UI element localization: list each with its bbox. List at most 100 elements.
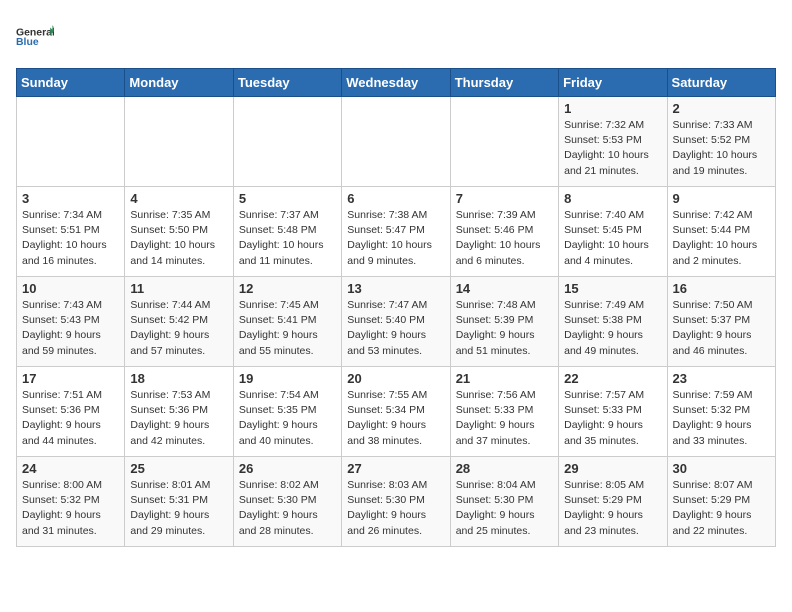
calendar-cell: 20 Sunrise: 7:55 AM Sunset: 5:34 PM Dayli…: [342, 367, 450, 457]
day-info: Sunrise: 7:55 AM Sunset: 5:34 PM Dayligh…: [347, 388, 444, 449]
day-number: 3: [22, 191, 119, 206]
calendar-cell: [450, 97, 558, 187]
day-number: 6: [347, 191, 444, 206]
calendar-cell: 7 Sunrise: 7:39 AM Sunset: 5:46 PM Daylig…: [450, 187, 558, 277]
day-info: Sunrise: 7:47 AM Sunset: 5:40 PM Dayligh…: [347, 298, 444, 359]
svg-text:Blue: Blue: [16, 37, 39, 48]
day-info: Sunrise: 7:37 AM Sunset: 5:48 PM Dayligh…: [239, 208, 336, 269]
calendar-cell: 6 Sunrise: 7:38 AM Sunset: 5:47 PM Daylig…: [342, 187, 450, 277]
day-number: 16: [673, 281, 770, 296]
day-number: 23: [673, 371, 770, 386]
day-number: 7: [456, 191, 553, 206]
calendar-week-2: 3Sunrise: 7:34 AM Sunset: 5:51 PM Daylig…: [17, 187, 776, 277]
day-info: Sunrise: 8:00 AM Sunset: 5:32 PM Dayligh…: [22, 478, 119, 539]
calendar-table: SundayMondayTuesdayWednesdayThursdayFrid…: [16, 68, 776, 547]
calendar-week-4: 17 Sunrise: 7:51 AM Sunset: 5:36 PM Dayli…: [17, 367, 776, 457]
calendar-cell: 4 Sunrise: 7:35 AM Sunset: 5:50 PM Daylig…: [125, 187, 233, 277]
calendar-cell: 28 Sunrise: 8:04 AM Sunset: 5:30 PM Dayli…: [450, 457, 558, 547]
calendar-cell: 27 Sunrise: 8:03 AM Sunset: 5:30 PM Dayli…: [342, 457, 450, 547]
calendar-cell: 29 Sunrise: 8:05 AM Sunset: 5:29 PM Dayli…: [559, 457, 667, 547]
day-number: 2: [673, 101, 770, 116]
day-info: Sunrise: 8:07 AM Sunset: 5:29 PM Dayligh…: [673, 478, 770, 539]
calendar-header-row: SundayMondayTuesdayWednesdayThursdayFrid…: [17, 69, 776, 97]
day-info: Sunrise: 8:03 AM Sunset: 5:30 PM Dayligh…: [347, 478, 444, 539]
day-info: Sunrise: 7:40 AM Sunset: 5:45 PM Dayligh…: [564, 208, 661, 269]
col-header-friday: Friday: [559, 69, 667, 97]
day-number: 21: [456, 371, 553, 386]
day-number: 27: [347, 461, 444, 476]
calendar-cell: 3Sunrise: 7:34 AM Sunset: 5:51 PM Daylig…: [17, 187, 125, 277]
day-number: 17: [22, 371, 119, 386]
day-number: 30: [673, 461, 770, 476]
calendar-cell: 12Sunrise: 7:45 AM Sunset: 5:41 PM Dayli…: [233, 277, 341, 367]
day-info: Sunrise: 7:56 AM Sunset: 5:33 PM Dayligh…: [456, 388, 553, 449]
day-number: 8: [564, 191, 661, 206]
logo-svg: General Blue: [16, 16, 54, 58]
day-info: Sunrise: 8:01 AM Sunset: 5:31 PM Dayligh…: [130, 478, 227, 539]
day-info: Sunrise: 7:53 AM Sunset: 5:36 PM Dayligh…: [130, 388, 227, 449]
calendar-cell: 30 Sunrise: 8:07 AM Sunset: 5:29 PM Dayli…: [667, 457, 775, 547]
page-header: General Blue: [16, 16, 776, 58]
day-info: Sunrise: 7:57 AM Sunset: 5:33 PM Dayligh…: [564, 388, 661, 449]
day-info: Sunrise: 7:35 AM Sunset: 5:50 PM Dayligh…: [130, 208, 227, 269]
day-number: 20: [347, 371, 444, 386]
day-info: Sunrise: 8:02 AM Sunset: 5:30 PM Dayligh…: [239, 478, 336, 539]
day-info: Sunrise: 7:51 AM Sunset: 5:36 PM Dayligh…: [22, 388, 119, 449]
day-info: Sunrise: 7:44 AM Sunset: 5:42 PM Dayligh…: [130, 298, 227, 359]
day-info: Sunrise: 7:38 AM Sunset: 5:47 PM Dayligh…: [347, 208, 444, 269]
col-header-saturday: Saturday: [667, 69, 775, 97]
day-number: 10: [22, 281, 119, 296]
calendar-cell: [233, 97, 341, 187]
day-info: Sunrise: 7:33 AM Sunset: 5:52 PM Dayligh…: [673, 118, 770, 179]
day-number: 29: [564, 461, 661, 476]
calendar-cell: 8 Sunrise: 7:40 AM Sunset: 5:45 PM Daylig…: [559, 187, 667, 277]
day-number: 25: [130, 461, 227, 476]
calendar-cell: 26 Sunrise: 8:02 AM Sunset: 5:30 PM Dayli…: [233, 457, 341, 547]
calendar-cell: 23 Sunrise: 7:59 AM Sunset: 5:32 PM Dayli…: [667, 367, 775, 457]
day-number: 26: [239, 461, 336, 476]
calendar-cell: [342, 97, 450, 187]
day-number: 1: [564, 101, 661, 116]
col-header-tuesday: Tuesday: [233, 69, 341, 97]
logo: General Blue: [16, 16, 54, 58]
col-header-wednesday: Wednesday: [342, 69, 450, 97]
calendar-cell: 1Sunrise: 7:32 AM Sunset: 5:53 PM Daylig…: [559, 97, 667, 187]
day-number: 4: [130, 191, 227, 206]
day-number: 15: [564, 281, 661, 296]
day-number: 19: [239, 371, 336, 386]
day-number: 28: [456, 461, 553, 476]
col-header-monday: Monday: [125, 69, 233, 97]
calendar-cell: 17 Sunrise: 7:51 AM Sunset: 5:36 PM Dayli…: [17, 367, 125, 457]
day-info: Sunrise: 7:43 AM Sunset: 5:43 PM Dayligh…: [22, 298, 119, 359]
calendar-cell: 9 Sunrise: 7:42 AM Sunset: 5:44 PM Daylig…: [667, 187, 775, 277]
day-number: 14: [456, 281, 553, 296]
calendar-cell: 21 Sunrise: 7:56 AM Sunset: 5:33 PM Dayli…: [450, 367, 558, 457]
day-number: 13: [347, 281, 444, 296]
calendar-cell: 5Sunrise: 7:37 AM Sunset: 5:48 PM Daylig…: [233, 187, 341, 277]
calendar-cell: [125, 97, 233, 187]
day-info: Sunrise: 7:59 AM Sunset: 5:32 PM Dayligh…: [673, 388, 770, 449]
day-number: 18: [130, 371, 227, 386]
calendar-week-5: 24 Sunrise: 8:00 AM Sunset: 5:32 PM Dayli…: [17, 457, 776, 547]
col-header-sunday: Sunday: [17, 69, 125, 97]
day-info: Sunrise: 7:54 AM Sunset: 5:35 PM Dayligh…: [239, 388, 336, 449]
calendar-cell: 16 Sunrise: 7:50 AM Sunset: 5:37 PM Dayli…: [667, 277, 775, 367]
day-info: Sunrise: 8:04 AM Sunset: 5:30 PM Dayligh…: [456, 478, 553, 539]
day-info: Sunrise: 7:48 AM Sunset: 5:39 PM Dayligh…: [456, 298, 553, 359]
calendar-cell: 24 Sunrise: 8:00 AM Sunset: 5:32 PM Dayli…: [17, 457, 125, 547]
day-info: Sunrise: 7:49 AM Sunset: 5:38 PM Dayligh…: [564, 298, 661, 359]
day-info: Sunrise: 8:05 AM Sunset: 5:29 PM Dayligh…: [564, 478, 661, 539]
calendar-cell: 25 Sunrise: 8:01 AM Sunset: 5:31 PM Dayli…: [125, 457, 233, 547]
day-info: Sunrise: 7:50 AM Sunset: 5:37 PM Dayligh…: [673, 298, 770, 359]
day-info: Sunrise: 7:39 AM Sunset: 5:46 PM Dayligh…: [456, 208, 553, 269]
calendar-cell: 14 Sunrise: 7:48 AM Sunset: 5:39 PM Dayli…: [450, 277, 558, 367]
day-number: 9: [673, 191, 770, 206]
calendar-cell: 10 Sunrise: 7:43 AM Sunset: 5:43 PM Dayli…: [17, 277, 125, 367]
day-number: 22: [564, 371, 661, 386]
day-info: Sunrise: 7:42 AM Sunset: 5:44 PM Dayligh…: [673, 208, 770, 269]
day-number: 24: [22, 461, 119, 476]
calendar-cell: 15 Sunrise: 7:49 AM Sunset: 5:38 PM Dayli…: [559, 277, 667, 367]
calendar-cell: 2 Sunrise: 7:33 AM Sunset: 5:52 PM Daylig…: [667, 97, 775, 187]
calendar-cell: 18 Sunrise: 7:53 AM Sunset: 5:36 PM Dayli…: [125, 367, 233, 457]
calendar-cell: [17, 97, 125, 187]
